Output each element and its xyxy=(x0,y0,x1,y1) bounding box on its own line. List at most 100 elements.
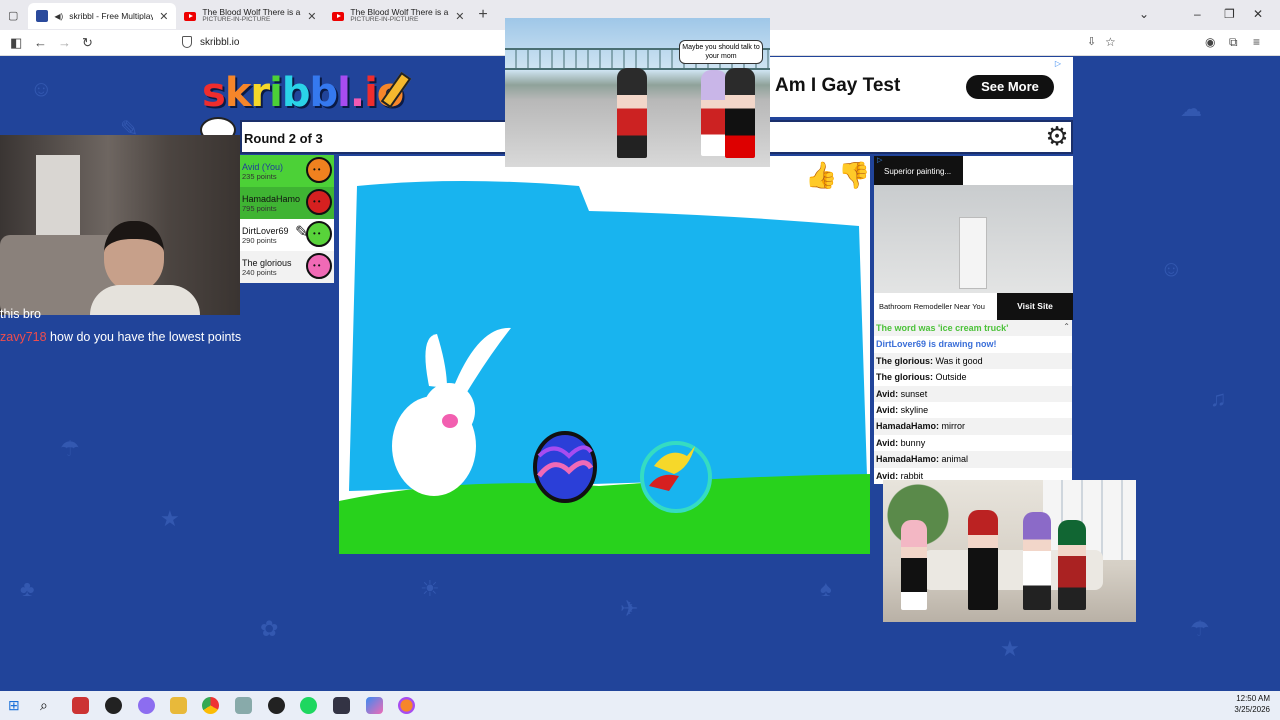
doodle-icon: ♫ xyxy=(1210,386,1227,411)
character xyxy=(1058,520,1086,610)
top-advertisement[interactable]: Am I Gay Test See More ▷ xyxy=(770,57,1073,117)
webcam-overlay xyxy=(0,135,240,315)
bookmark-star-icon[interactable]: ☆ xyxy=(1105,35,1116,49)
app-icon[interactable] xyxy=(138,697,155,714)
chat-text: skyline xyxy=(898,404,929,415)
sidebar-icon[interactable]: ◧ xyxy=(10,35,22,51)
bunny-nose xyxy=(442,414,458,428)
person-head xyxy=(104,221,164,291)
windows-start-icon[interactable]: ⊞ xyxy=(8,697,25,714)
player-entry[interactable]: HamadaHamo 795 points •• xyxy=(240,187,334,219)
restore-button[interactable]: ❐ xyxy=(1224,7,1235,21)
app-icon[interactable] xyxy=(72,697,89,714)
close-icon[interactable]: ✕ xyxy=(307,10,316,23)
chat-text: animal xyxy=(939,454,969,465)
minimize-button[interactable]: – xyxy=(1194,7,1201,21)
tab-subtitle: PICTURE-IN-PICTURE xyxy=(202,16,271,24)
app-icon[interactable] xyxy=(235,697,252,714)
chat-message: HamadaHamo: mirror xyxy=(874,418,1072,435)
spotify-icon[interactable] xyxy=(300,697,317,714)
doodle-icon: ☺ xyxy=(30,76,53,101)
ad-choices-icon[interactable]: ▷ xyxy=(877,156,882,164)
chevron-down-icon[interactable]: ⌄ xyxy=(1139,7,1149,21)
clock-time: 12:50 AM xyxy=(1236,694,1270,703)
chat-user: HamadaHamo: xyxy=(876,454,940,465)
chat-user: Avid: xyxy=(876,404,899,415)
chat-message: The glorious: Outside xyxy=(874,369,1072,385)
pencil-drawing-icon: ✎ xyxy=(295,224,309,241)
doodle-icon: ☂ xyxy=(60,436,80,461)
reload-button[interactable]: ↻ xyxy=(82,35,93,51)
forward-button[interactable]: → xyxy=(58,35,71,50)
tab-youtube-2[interactable]: The Blood Wolf There is a few sPICTURE-I… xyxy=(324,3,472,29)
app-icon[interactable] xyxy=(366,697,383,714)
doodle-icon: ✿ xyxy=(260,616,279,641)
chat-scroll-up-icon[interactable]: ⌃ xyxy=(1063,322,1070,331)
chat-message: HamadaHamo: animal xyxy=(874,451,1072,468)
doodle-icon: ♣ xyxy=(20,576,35,601)
folder-icon[interactable] xyxy=(170,697,187,714)
pip-video-bottom[interactable] xyxy=(883,480,1136,622)
close-icon[interactable]: ✕ xyxy=(159,10,168,23)
system-clock[interactable]: 12:50 AM 3/25/2026 xyxy=(1234,693,1270,715)
pip-video-top[interactable]: Maybe you should talk to your mom xyxy=(505,18,770,167)
doodle-icon: ☀ xyxy=(420,576,440,601)
account-icon[interactable]: ◉ xyxy=(1205,35,1215,49)
shield-icon[interactable] xyxy=(182,36,192,48)
tab-youtube-1[interactable]: The Blood Wolf There is a few sPICTURE-I… xyxy=(176,3,324,29)
chat-user: HamadaHamo: xyxy=(876,421,940,432)
see-more-button[interactable]: See More xyxy=(966,75,1054,99)
character xyxy=(725,68,755,158)
download-icon[interactable]: ⇩ xyxy=(1087,35,1096,48)
avatar: •• xyxy=(306,157,332,183)
player-list: Avid (You) 235 points •• HamadaHamo 795 … xyxy=(240,155,334,283)
tab-skribbl[interactable]: ◀) skribbl - Free Multiplayer D ✕ xyxy=(28,3,177,29)
thumbs-up-icon[interactable]: 👍 xyxy=(805,160,837,191)
close-window-button[interactable]: ✕ xyxy=(1253,7,1263,21)
app-icon[interactable] xyxy=(105,697,122,714)
side-advertisement[interactable]: Superior painting... ▷ Bathroom Remodell… xyxy=(874,156,1073,320)
speaker-icon: ◀) xyxy=(54,11,64,21)
chat-message: Avid: skyline xyxy=(874,402,1072,418)
ad-headline: Am I Gay Test xyxy=(775,75,901,96)
address-bar[interactable]: skribbl.io xyxy=(200,37,239,48)
avatar: •• xyxy=(306,221,332,247)
player-entry[interactable]: The glorious 240 points •• xyxy=(240,251,334,283)
tab-list-icon[interactable]: ▢ xyxy=(8,9,18,22)
close-icon[interactable]: ✕ xyxy=(455,10,464,23)
ad-choices-icon[interactable]: ▷ xyxy=(1055,59,1061,68)
chat-panel: The word was 'ice cream truck' DirtLover… xyxy=(874,320,1072,484)
speech-bubble: Maybe you should talk to your mom xyxy=(679,40,763,64)
new-tab-button[interactable]: + xyxy=(478,6,487,24)
search-icon[interactable]: ⌕ xyxy=(40,697,57,714)
round-indicator: Round 2 of 3 xyxy=(244,131,323,146)
chat-user: Avid: xyxy=(876,437,899,448)
drawing-canvas[interactable] xyxy=(339,156,870,554)
doodle-icon: ★ xyxy=(160,506,180,531)
chrome-icon[interactable] xyxy=(202,697,219,714)
visit-site-button[interactable]: Visit Site xyxy=(997,293,1073,320)
thumbs-down-icon[interactable]: 👎 xyxy=(838,160,870,191)
chat-user: The glorious: xyxy=(876,372,933,383)
menu-icon[interactable]: ≡ xyxy=(1253,35,1260,49)
stream-chat-line: this bro xyxy=(0,306,250,323)
app-icon[interactable] xyxy=(333,697,350,714)
character xyxy=(701,70,727,156)
chat-text: Was it good xyxy=(933,355,983,366)
gear-icon[interactable]: ⚙ xyxy=(1043,122,1071,150)
door-shape xyxy=(959,217,987,289)
app-icon[interactable] xyxy=(268,697,285,714)
doodle-icon: ★ xyxy=(1000,636,1020,661)
player-entry[interactable]: Avid (You) 235 points •• xyxy=(240,155,334,187)
ad-image xyxy=(874,185,1073,293)
chat-text: sunset xyxy=(898,388,928,399)
stream-chat-text: this bro xyxy=(0,307,41,321)
player-entry[interactable]: DirtLover69 290 points •• xyxy=(240,219,334,251)
back-button[interactable]: ← xyxy=(34,35,47,50)
doodle-icon: ☁ xyxy=(1180,96,1202,121)
character xyxy=(617,68,647,158)
firefox-icon[interactable] xyxy=(398,697,415,714)
extensions-icon[interactable]: ⧉ xyxy=(1229,35,1238,50)
ad-text: Bathroom Remodeller Near You xyxy=(879,302,985,311)
stream-chat-line: zavy718 how do you have the lowest point… xyxy=(0,329,250,346)
